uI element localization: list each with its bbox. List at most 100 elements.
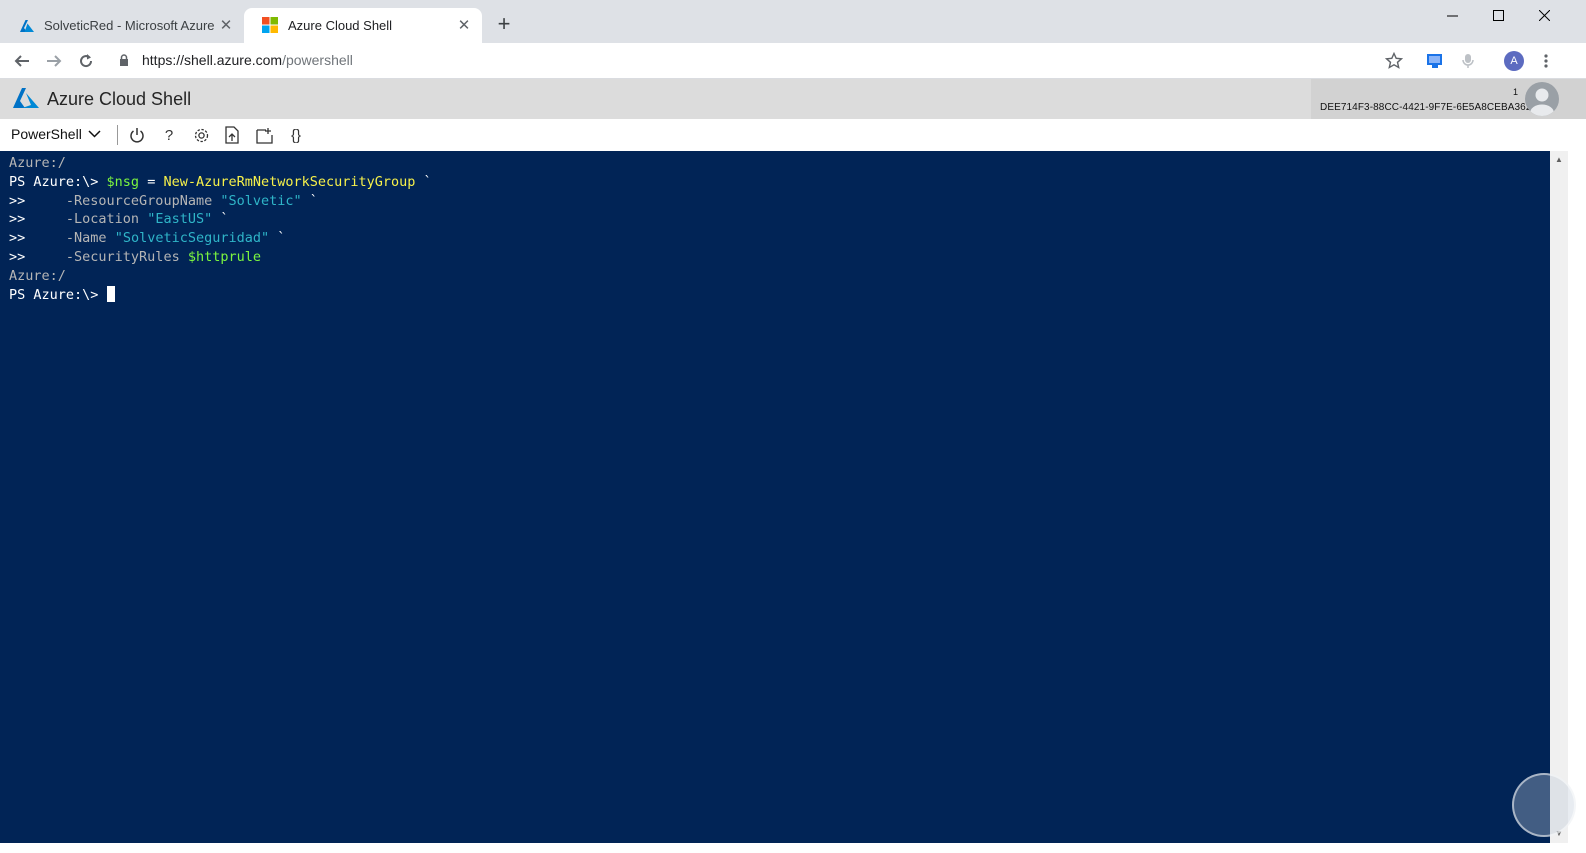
tab-azure-cloud-shell[interactable]: Azure Cloud Shell ✕ [244,8,482,43]
string-token: "Solvetic" [220,192,302,209]
variable-token: $httprule [187,248,261,265]
close-icon [1538,9,1550,21]
variable-token: $nsg [106,173,140,190]
microsoft-logo-icon [262,16,280,35]
more-vertical-icon [1544,54,1548,68]
prompt: PS Azure:\> [9,173,107,190]
editor-braces-icon: {} [290,126,302,144]
help-icon: ? [164,126,174,144]
tenant-id: DEE714F3-88CC-4421-9F7E-6E5A8CEBA362 [1320,102,1532,113]
terminal-command-line: PS Azure:\> $nsg = New-AzureRmNetworkSec… [9,173,1568,192]
continuation-token: ` [415,173,432,190]
minimize-button[interactable] [1429,0,1475,30]
continuation-prompt: >> [9,192,26,209]
parameter-token: -Name [65,230,115,247]
string-token: "SolveticSeguridad" [114,230,270,247]
browser-menu-button[interactable] [1534,49,1558,73]
help-button[interactable]: ? [158,124,180,146]
continuation-token: ` [301,192,318,209]
browser-tab-strip: SolveticRed - Microsoft Azure ✕ Azure Cl… [0,0,1586,43]
continuation-prompt: >> [9,230,26,247]
minimize-icon [1446,15,1458,16]
url-path: /powershell [282,52,353,68]
parameter-token: -ResourceGroupName [65,192,221,209]
maximize-icon [1492,9,1504,21]
azure-logo-icon [12,87,40,114]
terminal-continuation-line: >> -SecurityRules $httprule [9,248,1568,267]
settings-icon [194,128,208,142]
continuation-prompt: >> [9,248,26,265]
terminal-line: Azure:/ [9,155,66,171]
browser-toolbar: https://shell.azure.com/powershell A [0,43,1586,79]
tab-solveticred-azure[interactable]: SolveticRed - Microsoft Azure ✕ [0,8,244,43]
terminal-prompt-line[interactable]: PS Azure:\> [9,285,1568,305]
profile-button[interactable]: A [1502,49,1526,73]
prompt: PS Azure:\> [9,286,107,303]
page-margin [1568,119,1586,853]
parameter-token: -SecurityRules [65,248,188,265]
chevron-down-icon [88,130,101,138]
terminal-line: Azure:/ [9,267,66,284]
screen-capture-icon [1427,54,1442,68]
address-bar[interactable]: https://shell.azure.com/powershell [142,52,353,68]
shell-type-label: PowerShell [11,126,82,142]
page-title: Azure Cloud Shell [47,89,192,109]
reload-icon [80,54,93,68]
account-info[interactable]: 1 DEE714F3-88CC-4421-9F7E-6E5A8CEBA362 [1311,79,1586,119]
microphone-icon [1462,54,1474,68]
upload-download-icon [225,126,239,144]
lock-icon[interactable] [119,54,129,72]
page-margin [0,843,1586,853]
terminal-scrollbar[interactable]: ▲ ▼ [1550,151,1568,843]
power-icon [130,128,144,143]
editor-button[interactable]: {} [285,124,307,146]
upload-download-button[interactable] [221,124,243,146]
cloud-shell-header: Azure Cloud Shell 1 DEE714F3-88CC-4421-9… [0,79,1586,119]
shell-type-dropdown[interactable]: PowerShell [11,126,101,142]
web-preview-icon [255,127,273,144]
web-preview-button[interactable] [253,124,275,146]
settings-button[interactable] [190,124,212,146]
cmdlet-token: New-AzureRmNetworkSecurityGroup [163,173,416,190]
watermark-logo-icon [1512,773,1576,837]
notification-count: 1 [1513,87,1519,97]
tab-title: SolveticRed - Microsoft Azure [44,18,215,33]
close-window-button[interactable] [1521,0,1567,30]
continuation-token: ` [212,211,229,228]
avatar: A [1504,51,1524,71]
extension-mic-button[interactable] [1456,49,1480,73]
back-button[interactable] [10,49,34,73]
shell-toolbar: PowerShell ? {} [0,119,1586,151]
terminal-output[interactable]: Azure:/ PS Azure:\> $nsg = New-AzureRmNe… [0,151,1568,843]
new-tab-button[interactable]: + [492,13,516,37]
parameter-token: -Location [65,211,148,228]
extension-screen-button[interactable] [1423,49,1447,73]
close-icon[interactable]: ✕ [456,17,472,34]
terminal-continuation-line: >> -Name "SolveticSeguridad" ` [9,229,1568,248]
user-avatar-icon[interactable] [1525,82,1559,116]
string-token: "EastUS" [147,211,213,228]
operator-token: = [139,173,164,190]
restart-button[interactable] [126,124,148,146]
arrow-left-icon [14,55,29,67]
terminal-continuation-line: >> -Location "EastUS" ` [9,210,1568,229]
reload-button[interactable] [74,49,98,73]
tab-title: Azure Cloud Shell [288,18,393,33]
close-icon[interactable]: ✕ [218,17,234,34]
maximize-button[interactable] [1475,0,1521,30]
continuation-token: ` [269,230,286,247]
continuation-prompt: >> [9,211,26,228]
url-host: https://shell.azure.com [142,52,283,68]
arrow-right-icon [47,55,62,67]
azure-a-icon [18,17,36,35]
star-icon [1385,52,1403,69]
bookmark-star-button[interactable] [1382,49,1406,73]
forward-button[interactable] [42,49,66,73]
text-cursor [106,285,115,302]
scroll-up-icon[interactable]: ▲ [1550,153,1568,167]
terminal-continuation-line: >> -ResourceGroupName "Solvetic" ` [9,192,1568,211]
